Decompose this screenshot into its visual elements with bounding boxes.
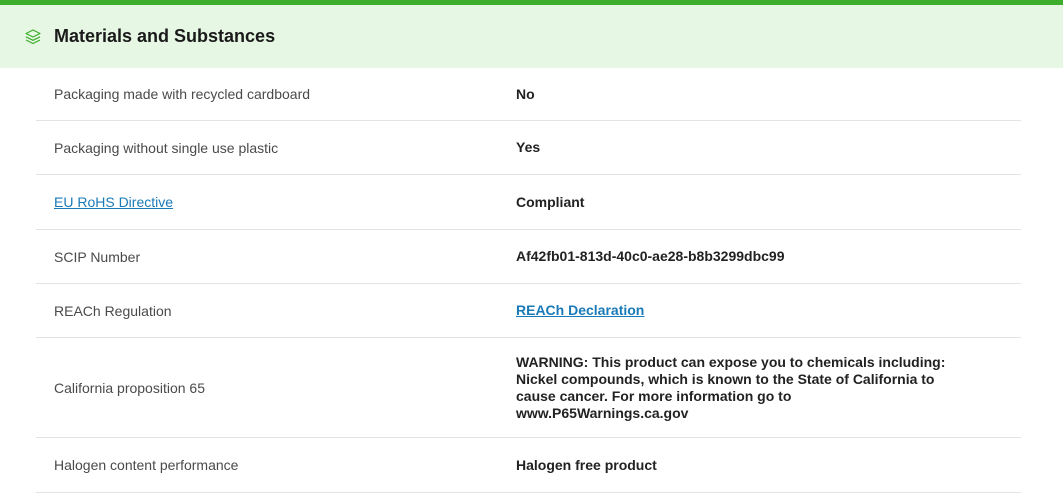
layers-icon [24,28,42,46]
table-row: California proposition 65 WARNING: This … [36,338,1021,438]
table-row: Packaging made with recycled cardboard N… [36,68,1021,121]
row-label: SCIP Number [54,248,141,265]
row-label: California proposition 65 [54,379,205,396]
row-value: Compliant [516,193,585,210]
row-value: Halogen free product [516,456,657,473]
table-row: REACh Regulation REACh Declaration [36,284,1021,338]
table-row: EU RoHS Directive Compliant [36,175,1021,230]
section-header[interactable]: Materials and Substances [0,5,1063,68]
table-row: Packaging without single use plastic Yes [36,121,1021,175]
section-title: Materials and Substances [54,26,276,46]
row-label: Packaging without single use plastic [54,139,279,156]
attributes-table: Packaging made with recycled cardboard N… [36,68,1021,493]
row-value: REACh Declaration [516,302,1021,319]
row-label: Halogen content performance [54,457,239,473]
table-row: Halogen content performance Halogen free… [36,438,1021,493]
row-label: EU RoHS Directive [36,194,516,210]
eu-rohs-directive-link[interactable]: EU RoHS Directive [54,194,173,210]
row-value: Yes [516,139,541,155]
reach-declaration-link[interactable]: REACh Declaration [516,302,644,318]
row-label: REACh Regulation [54,302,172,319]
table-row: SCIP Number Af42fb01-813d-40c0-ae28-b8b3… [36,230,1021,284]
row-value: Af42fb01-813d-40c0-ae28-b8b3299dbc99 [516,248,785,264]
row-label: Packaging made with recycled cardboard [54,86,311,102]
row-value: No [516,85,535,102]
prop65-warning-text: WARNING: This product can expose you to … [516,353,946,421]
